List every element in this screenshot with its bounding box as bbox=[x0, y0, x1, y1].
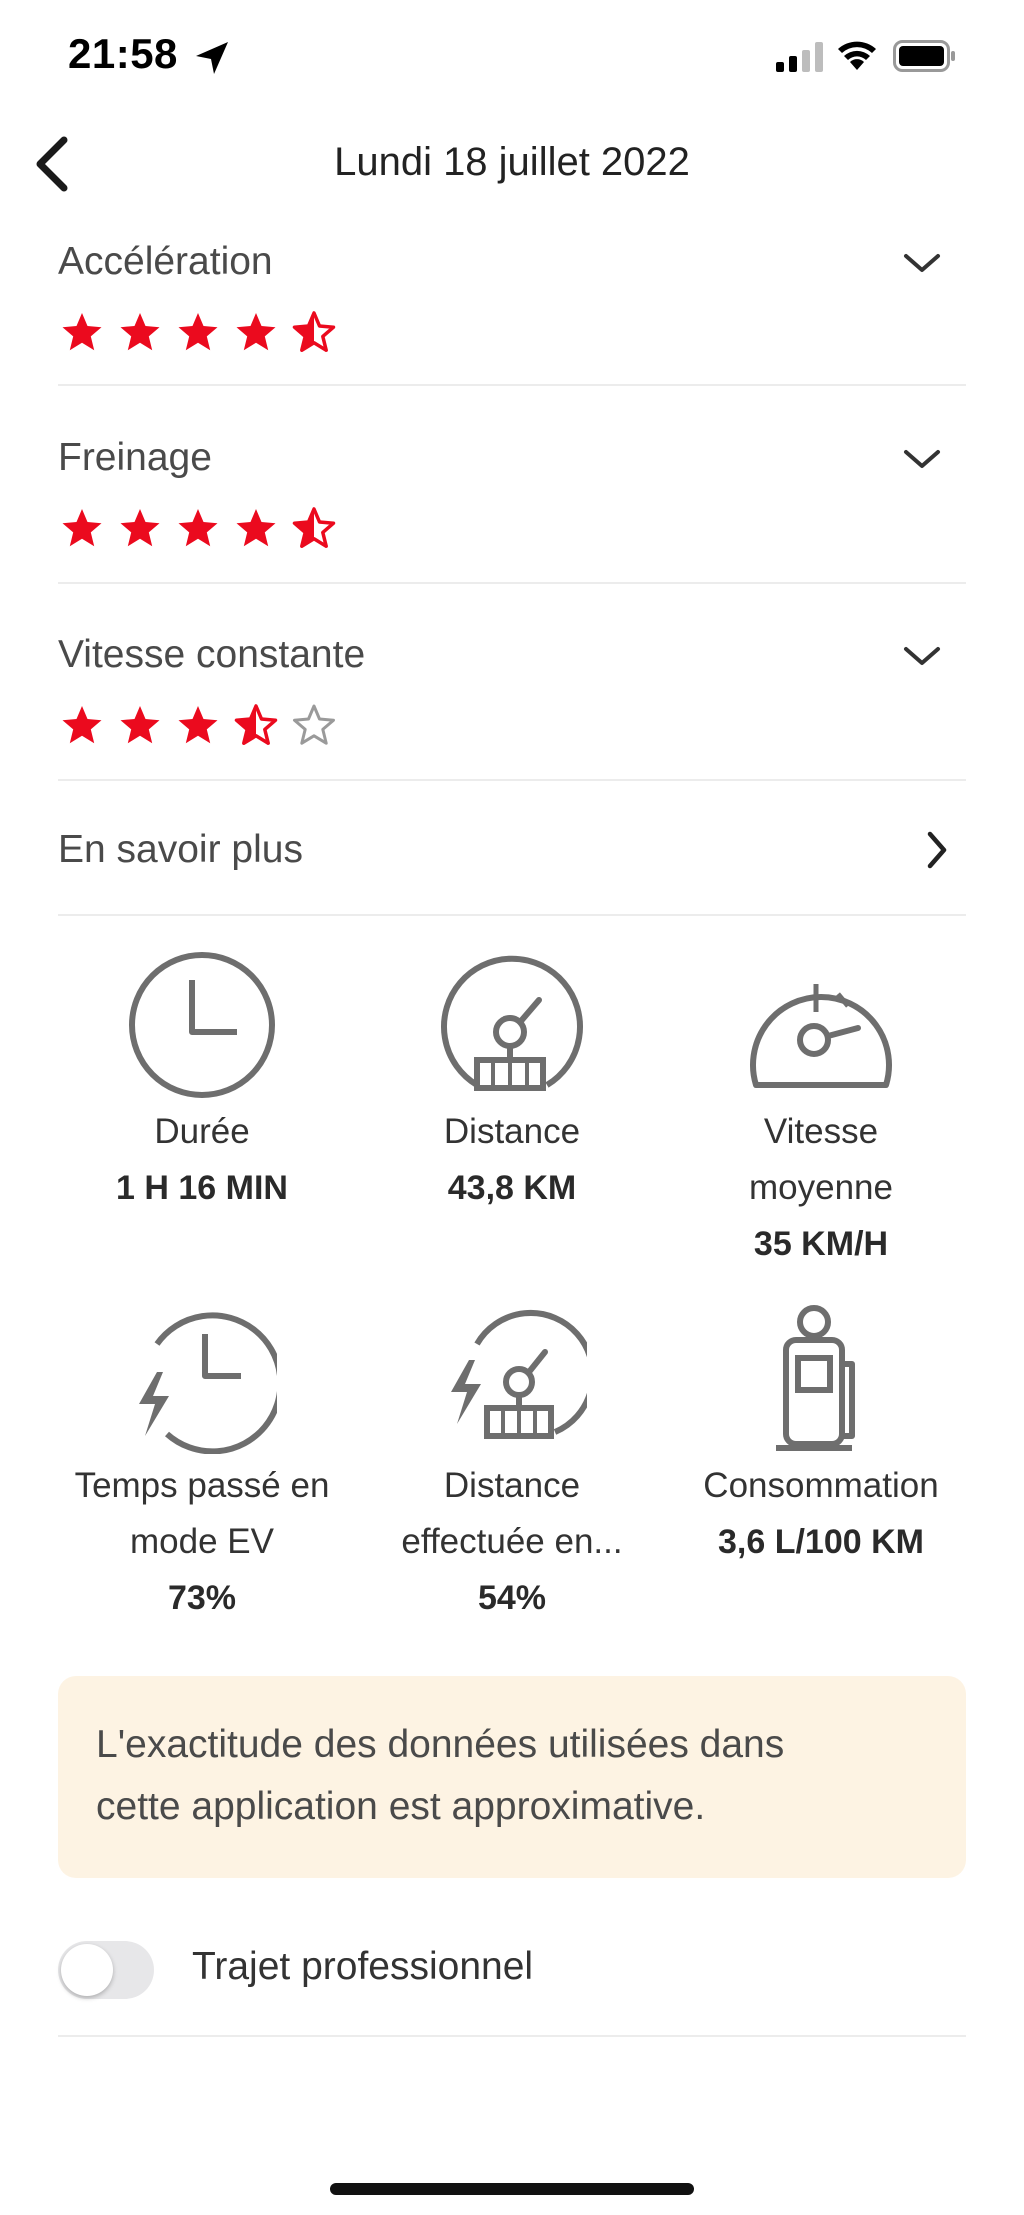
stat-value: 54% bbox=[477, 1579, 547, 1617]
business-trip-toggle[interactable] bbox=[58, 1941, 154, 1999]
fuel-pump-icon bbox=[776, 1305, 855, 1451]
rating-label: Vitesse constante bbox=[58, 633, 366, 676]
stat-name: Consommation bbox=[703, 1466, 939, 1505]
chevron-down-icon[interactable] bbox=[902, 641, 942, 671]
divider bbox=[58, 779, 966, 781]
business-trip-row: Trajet professionnel bbox=[58, 1935, 966, 2035]
learn-more-row[interactable]: En savoir plus bbox=[58, 820, 966, 910]
home-indicator[interactable] bbox=[330, 2183, 694, 2195]
star-half-icon bbox=[292, 507, 336, 548]
accuracy-notice: L'exactitude des données utilisées dans … bbox=[58, 1676, 966, 1878]
stat-average-speed: Vitesse moyenne 35 KM/H bbox=[671, 950, 971, 1272]
rating-section-constant-speed[interactable]: Vitesse constante bbox=[58, 629, 966, 769]
star-full-icon bbox=[62, 509, 102, 547]
star-full-icon bbox=[236, 313, 276, 351]
notice-line-2: cette application est approximative. bbox=[96, 1785, 706, 1828]
chevron-down-icon[interactable] bbox=[902, 248, 942, 278]
stat-name: effectuée en... bbox=[401, 1522, 623, 1561]
chevron-down-icon[interactable] bbox=[902, 444, 942, 474]
rating-label: Freinage bbox=[58, 436, 212, 479]
stat-name: Distance bbox=[443, 1112, 581, 1151]
stat-value: 3,6 L/100 KM bbox=[718, 1523, 924, 1561]
divider bbox=[58, 2035, 966, 2037]
star-full-icon bbox=[62, 313, 102, 351]
star-rating bbox=[58, 703, 348, 747]
stat-name: mode EV bbox=[130, 1522, 274, 1561]
learn-more-label: En savoir plus bbox=[58, 828, 303, 871]
rating-label: Accélération bbox=[58, 240, 273, 283]
stat-value: 73% bbox=[167, 1579, 237, 1617]
stat-consumption: Consommation 3,6 L/100 KM bbox=[671, 1304, 971, 1570]
ev-distance-icon bbox=[451, 1309, 587, 1439]
divider bbox=[58, 582, 966, 584]
divider bbox=[58, 914, 966, 916]
chevron-right-icon bbox=[927, 831, 947, 869]
stat-ev-time: Temps passé en mode EV 73% bbox=[52, 1304, 352, 1626]
speedometer-distance-icon bbox=[441, 955, 583, 1091]
star-full-icon bbox=[178, 509, 218, 547]
star-full-icon bbox=[178, 313, 218, 351]
star-full-icon bbox=[120, 509, 160, 547]
star-empty-icon bbox=[293, 704, 335, 745]
stat-name: Distance bbox=[443, 1466, 581, 1505]
divider bbox=[58, 384, 966, 386]
star-full-icon bbox=[120, 313, 160, 351]
stat-distance: Distance 43,8 KM bbox=[362, 950, 662, 1216]
status-time: 21:58 bbox=[68, 30, 178, 77]
location-arrow-icon bbox=[196, 42, 228, 74]
clock-icon bbox=[129, 952, 275, 1098]
stat-name: Durée bbox=[154, 1112, 250, 1151]
rating-section-acceleration[interactable]: Accélération bbox=[58, 236, 966, 376]
star-full-icon bbox=[120, 706, 160, 744]
status-bar: 21:58 bbox=[0, 0, 1024, 115]
wifi-icon bbox=[838, 41, 876, 70]
speedometer-icon bbox=[750, 984, 892, 1088]
stat-value: 35 KM/H bbox=[753, 1225, 889, 1263]
star-full-icon bbox=[236, 509, 276, 547]
stat-ev-distance: Distance effectuée en... 54% bbox=[362, 1304, 662, 1626]
cellular-signal-icon bbox=[776, 42, 823, 72]
stat-duration: Durée 1 H 16 MIN bbox=[52, 950, 352, 1216]
star-full-icon bbox=[62, 706, 102, 744]
page-title: Lundi 18 juillet 2022 bbox=[334, 140, 690, 184]
business-trip-label: Trajet professionnel bbox=[192, 1945, 534, 1988]
rating-section-braking[interactable]: Freinage bbox=[58, 432, 966, 572]
notice-line-1: L'exactitude des données utilisées dans bbox=[96, 1723, 785, 1766]
stat-name: moyenne bbox=[749, 1168, 893, 1207]
star-full-icon bbox=[178, 706, 218, 744]
toggle-knob bbox=[61, 1944, 113, 1996]
ev-clock-icon bbox=[139, 1312, 277, 1454]
battery-icon bbox=[893, 40, 955, 72]
star-half-icon bbox=[292, 311, 336, 352]
stat-value: 43,8 KM bbox=[447, 1169, 577, 1207]
star-rating bbox=[58, 506, 348, 550]
star-rating bbox=[58, 310, 348, 354]
star-half-icon bbox=[234, 704, 278, 745]
stat-name: Vitesse bbox=[763, 1112, 879, 1151]
stat-value: 1 H 16 MIN bbox=[116, 1169, 288, 1207]
stat-name: Temps passé en bbox=[74, 1466, 330, 1505]
